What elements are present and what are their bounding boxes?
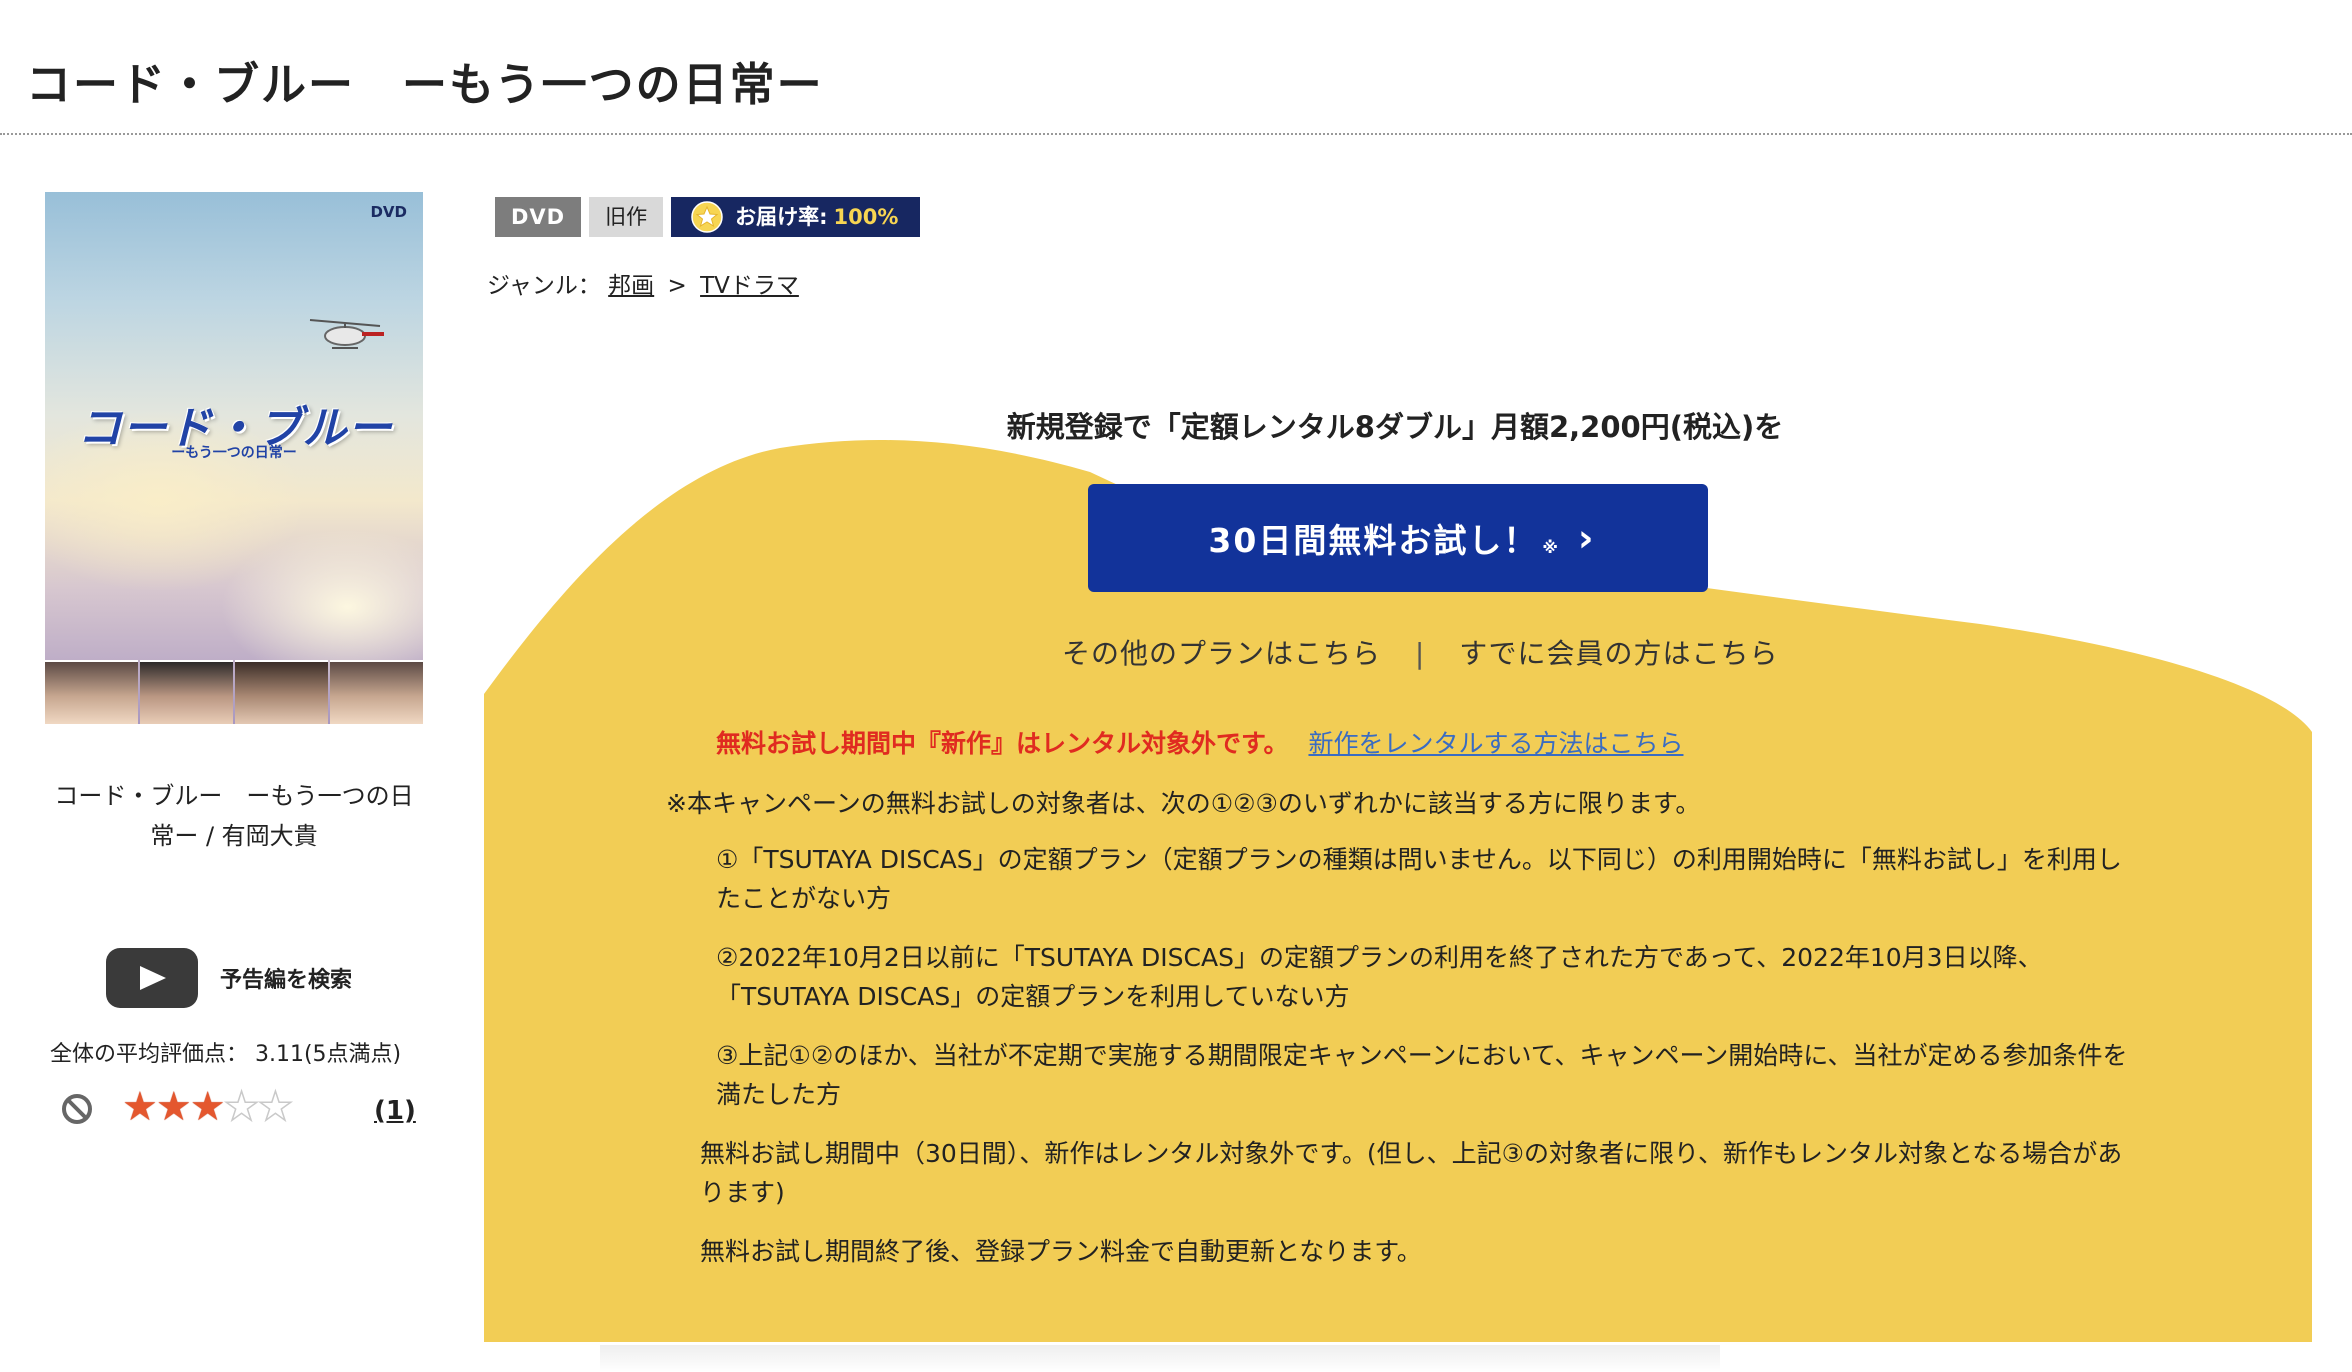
free-trial-note-mark: ※ bbox=[1542, 537, 1560, 557]
member-login-link[interactable]: すでに会員の方はこちら bbox=[1459, 637, 1778, 670]
trial-period-note: 無料お試し期間中（30日間）、新作はレンタル対象外です。(但し、上記③の対象者に… bbox=[700, 1139, 2123, 1207]
free-trial-button[interactable]: 30日間無料お試し！ ※ › bbox=[1088, 484, 1708, 592]
campaign-conditions-intro: ※本キャンペーンの無料お試しの対象者は、次の①②③のいずれかに該当する方に限りま… bbox=[666, 789, 1701, 818]
link-separator: | bbox=[1414, 637, 1426, 670]
other-plans-link[interactable]: その他のプランはこちら bbox=[1062, 637, 1381, 670]
bottom-shadow bbox=[600, 1345, 1720, 1372]
campaign-condition-3: ③上記①②のほか、当社が不定期で実施する期間限定キャンペーンにおいて、キャンペー… bbox=[716, 1041, 2128, 1109]
warning-text: 無料お試し期間中『新作』はレンタル対象外です。 bbox=[716, 729, 1289, 758]
chevron-right-icon: › bbox=[1577, 516, 1596, 560]
campaign-condition-2: ②2022年10月2日以前に「TSUTAYA DISCAS」の定額プランの利用を… bbox=[716, 943, 2043, 1011]
promo-headline: 新規登録で「定額レンタル8ダブル」月額2,200円(税込)を bbox=[1006, 410, 1784, 444]
campaign-condition-1: ①「TSUTAYA DISCAS」の定額プラン（定額プランの種類は問いません。以… bbox=[716, 845, 2122, 913]
new-release-warning: 無料お試し期間中『新作』はレンタル対象外です。 新作をレンタルする方法はこちら bbox=[716, 724, 1683, 760]
free-trial-label: 30日間無料お試し！ bbox=[1208, 521, 1539, 560]
auto-renewal-note: 無料お試し期間終了後、登録プラン料金で自動更新となります。 bbox=[700, 1237, 1422, 1266]
new-release-rental-link[interactable]: 新作をレンタルする方法はこちら bbox=[1308, 729, 1683, 758]
plan-links: その他のプランはこちら | すでに会員の方はこちら bbox=[1062, 632, 1779, 672]
